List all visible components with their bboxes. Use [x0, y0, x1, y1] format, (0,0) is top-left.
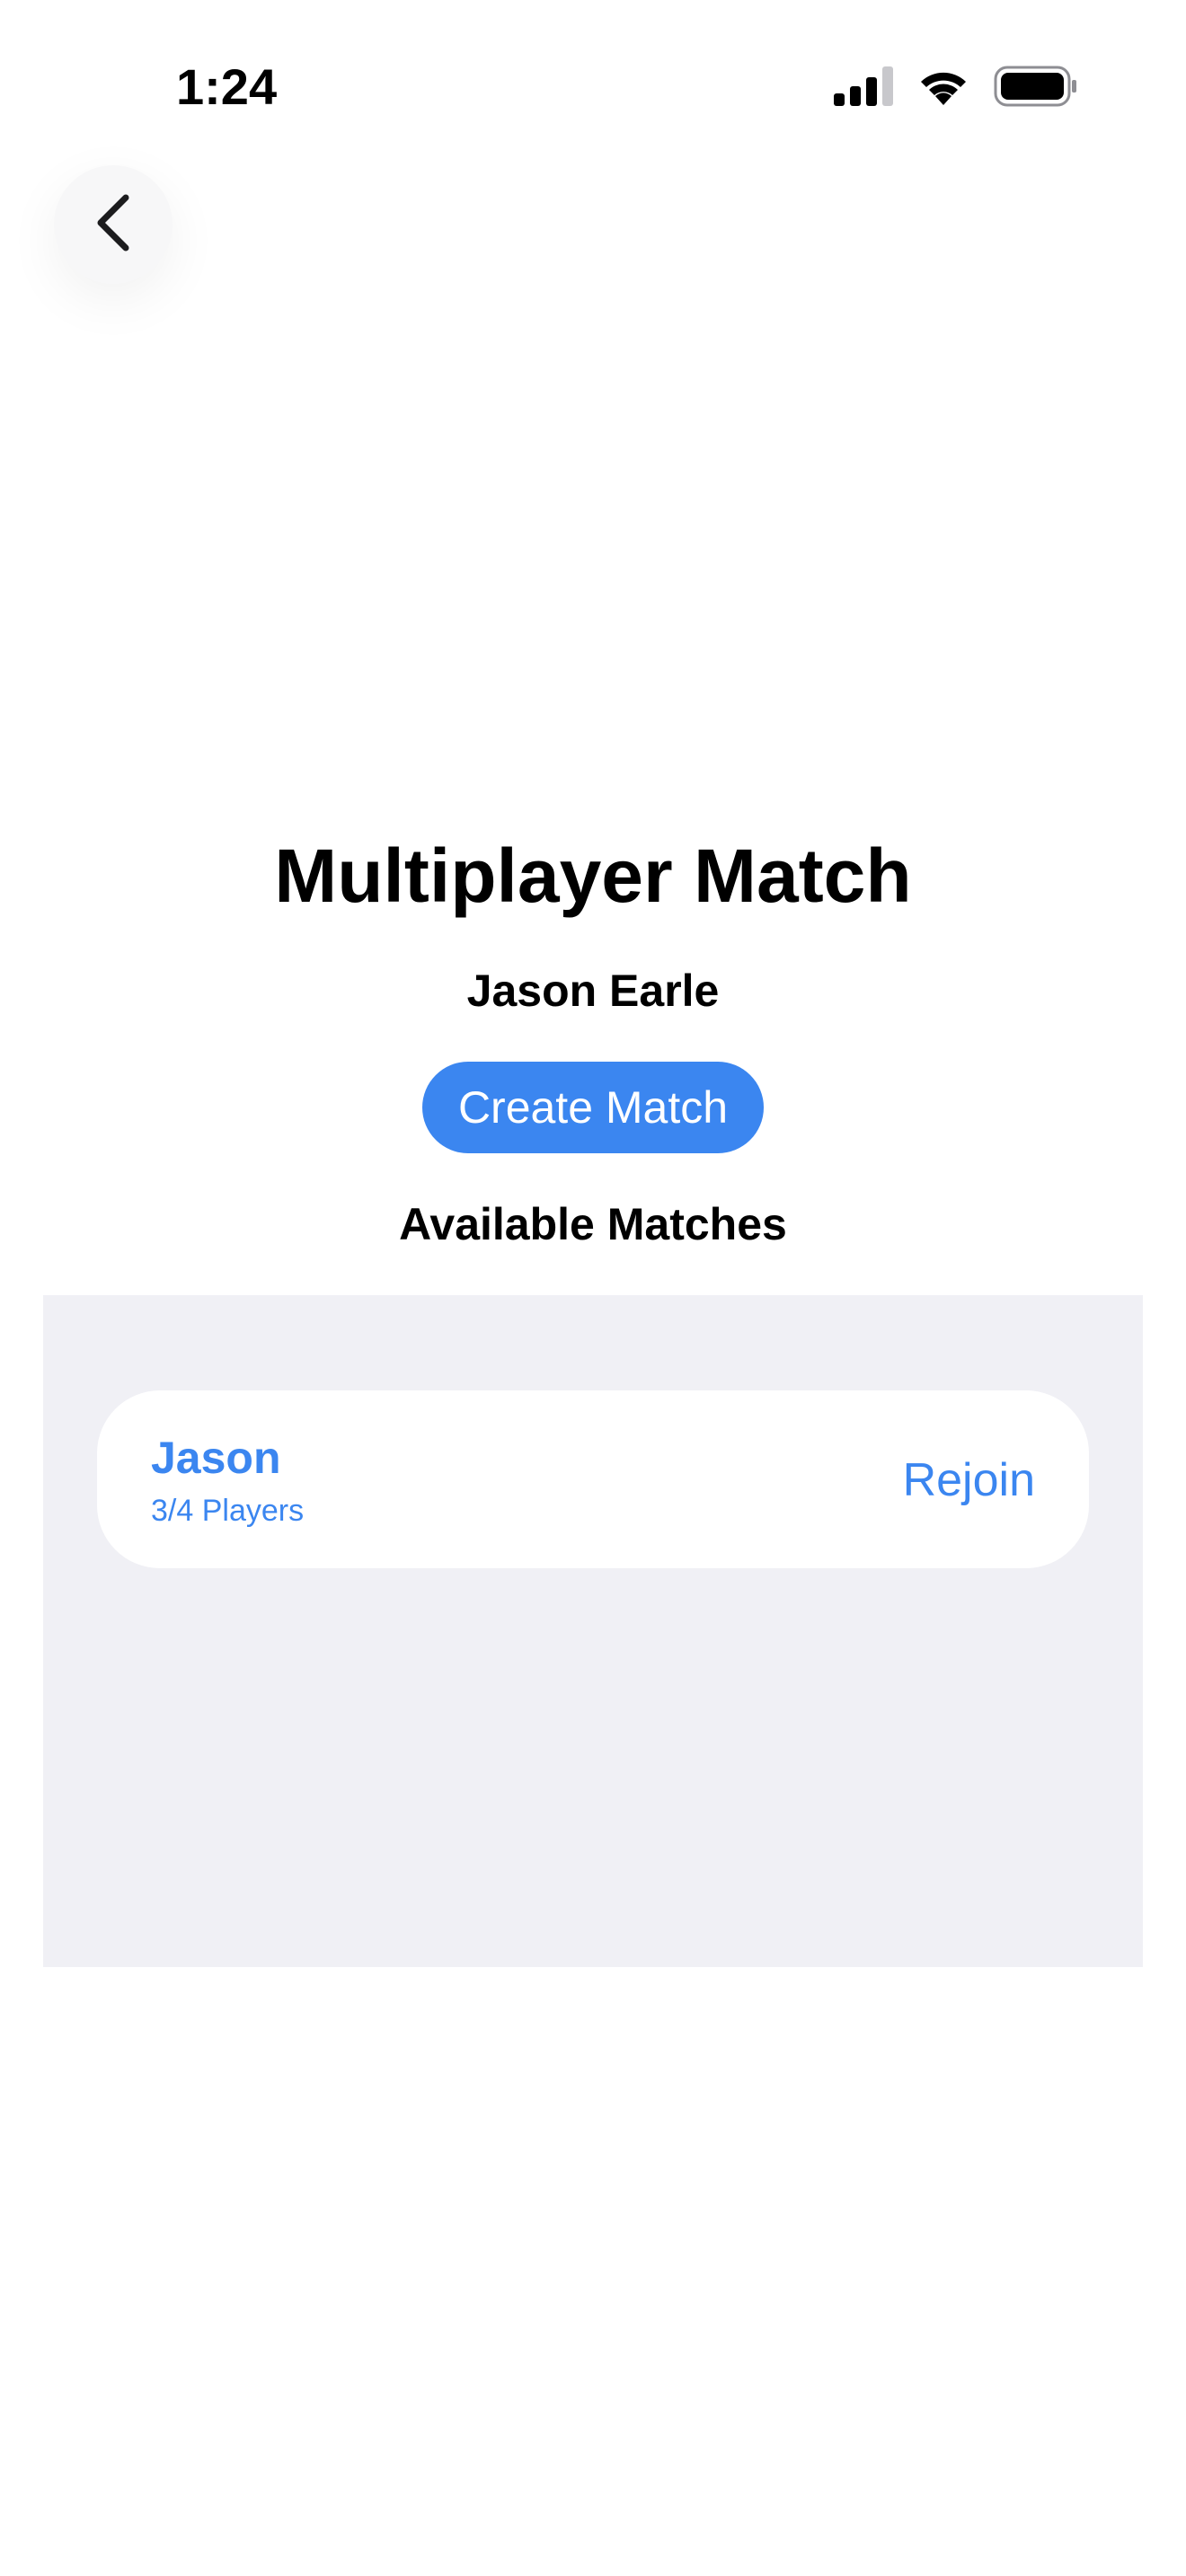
- back-button[interactable]: [54, 165, 173, 284]
- create-match-button[interactable]: Create Match: [422, 1062, 764, 1153]
- multiplayer-match-screen: 1:24 Multiplayer Match Jason Earle Creat…: [0, 0, 1186, 2576]
- wifi-icon: [916, 66, 970, 107]
- match-list-item[interactable]: Jason 3/4 Players Rejoin: [97, 1390, 1089, 1568]
- cellular-signal-icon: [834, 66, 893, 106]
- status-icons: [834, 63, 1078, 110]
- player-name: Jason Earle: [466, 966, 720, 1016]
- match-player-count: 3/4 Players: [151, 1494, 305, 1528]
- match-host-name: Jason: [151, 1433, 281, 1483]
- available-matches-heading: Available Matches: [399, 1199, 787, 1249]
- chevron-left-icon: [93, 194, 133, 256]
- status-time: 1:24: [176, 58, 278, 115]
- rejoin-button[interactable]: Rejoin: [903, 1451, 1035, 1509]
- battery-icon: [994, 66, 1078, 107]
- matches-list[interactable]: Jason 3/4 Players Rejoin: [43, 1295, 1143, 1967]
- page-title: Multiplayer Match: [274, 834, 912, 918]
